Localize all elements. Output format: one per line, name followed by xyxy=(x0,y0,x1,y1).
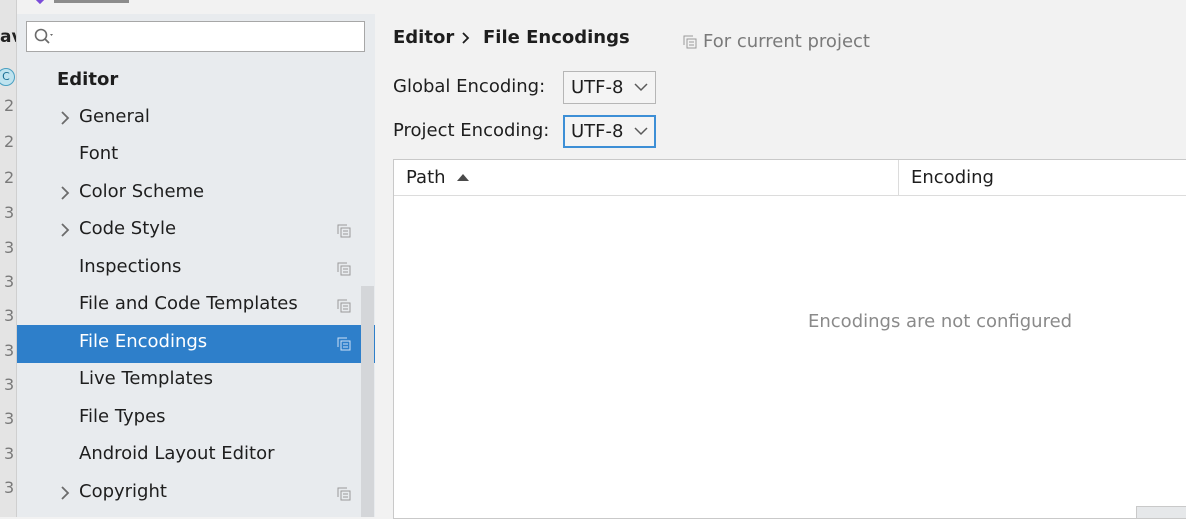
tree-item-label: Android Layout Editor xyxy=(79,443,275,464)
tree-item-copyright[interactable]: Copyright xyxy=(17,475,375,513)
project-scope-icon xyxy=(337,299,351,313)
class-badge-icon: C xyxy=(0,68,15,86)
sidebar-scrollbar[interactable] xyxy=(361,286,374,517)
line-number: 3 xyxy=(4,306,15,325)
breadcrumb-file-encodings: File Encodings xyxy=(483,27,630,48)
editor-gutter: av C 2 2 2 3 3 3 3 3 3 3 3 3 xyxy=(0,0,17,517)
line-number: 2 xyxy=(4,132,15,151)
line-number: 3 xyxy=(4,478,15,497)
tree-item-general[interactable]: General xyxy=(17,100,375,138)
column-header-label: Path xyxy=(406,167,446,188)
line-number: 3 xyxy=(4,444,15,463)
line-number: 3 xyxy=(4,409,15,428)
chevron-right-icon[interactable] xyxy=(59,222,71,238)
tree-item-label: Live Templates xyxy=(79,368,213,389)
chevron-down-icon xyxy=(634,83,648,92)
line-number: 3 xyxy=(4,341,15,360)
scope-note-text: For current project xyxy=(703,31,870,52)
project-scope-icon xyxy=(337,337,351,351)
tree-item-label: File Encodings xyxy=(79,331,208,352)
chevron-right-icon[interactable] xyxy=(59,185,71,201)
project-scope-icon xyxy=(337,262,351,276)
tree-item-font[interactable]: Font xyxy=(17,137,375,175)
line-number: 3 xyxy=(4,238,15,257)
line-number: 2 xyxy=(4,96,15,115)
tree-item-label: General xyxy=(79,106,150,127)
tree-item-label: File and Code Templates xyxy=(79,293,298,314)
line-number: 3 xyxy=(4,203,15,222)
settings-search-field[interactable] xyxy=(26,21,365,52)
chevron-right-icon[interactable] xyxy=(59,485,71,501)
tree-item-label: Font xyxy=(79,143,119,164)
tree-item-label: Inspections xyxy=(79,256,182,277)
tree-item-file-and-code-templates[interactable]: File and Code Templates xyxy=(17,287,375,325)
tree-item-live-templates[interactable]: Live Templates xyxy=(17,362,375,400)
tree-item-label: Color Scheme xyxy=(79,181,205,202)
truncated-title: av xyxy=(0,27,16,47)
project-encoding-select[interactable]: UTF-8 xyxy=(563,115,656,148)
breadcrumb-separator-icon xyxy=(462,32,470,44)
project-scope-icon xyxy=(337,224,351,238)
chevron-down-icon xyxy=(634,127,648,136)
global-encoding-value: UTF-8 xyxy=(571,77,624,98)
global-encoding-select[interactable]: UTF-8 xyxy=(563,71,656,104)
tree-item-code-style[interactable]: Code Style xyxy=(17,212,375,250)
column-header-encoding[interactable]: Encoding xyxy=(899,160,1186,196)
column-header-path[interactable]: Path xyxy=(394,160,899,196)
tree-item-inspections[interactable]: Inspections xyxy=(17,250,375,288)
window-title-fragment xyxy=(54,0,129,3)
tree-item-label: Code Style xyxy=(79,218,177,239)
window-resize-corner[interactable] xyxy=(1136,506,1186,518)
chevron-right-icon[interactable] xyxy=(59,110,71,126)
tree-item-android-layout-editor[interactable]: Android Layout Editor xyxy=(17,437,375,475)
tree-item-label: File Types xyxy=(79,406,166,427)
app-logo-icon xyxy=(35,0,45,5)
search-icon xyxy=(34,28,53,44)
breadcrumb-editor[interactable]: Editor xyxy=(393,27,454,48)
project-scope-icon xyxy=(683,35,697,49)
tree-item-label: Copyright xyxy=(79,481,167,502)
tree-item-file-types[interactable]: File Types xyxy=(17,400,375,438)
encodings-table[interactable]: Path Encoding Encodings are not configur… xyxy=(393,159,1186,519)
tree-section-editor[interactable]: Editor xyxy=(57,69,118,90)
line-number: 3 xyxy=(4,375,15,394)
project-encoding-label: Project Encoding: xyxy=(393,120,550,141)
line-number: 3 xyxy=(4,272,15,291)
tree-item-color-scheme[interactable]: Color Scheme xyxy=(17,175,375,213)
sort-ascending-icon xyxy=(457,174,469,181)
project-encoding-value: UTF-8 xyxy=(571,121,624,142)
column-header-label: Encoding xyxy=(911,167,994,188)
line-number: 2 xyxy=(4,168,15,187)
tree-item-file-encodings[interactable]: File Encodings xyxy=(17,325,375,363)
empty-table-message: Encodings are not configured xyxy=(808,311,1073,332)
scope-note: For current project xyxy=(683,31,870,52)
global-encoding-label: Global Encoding: xyxy=(393,76,546,97)
project-scope-icon xyxy=(337,487,351,501)
